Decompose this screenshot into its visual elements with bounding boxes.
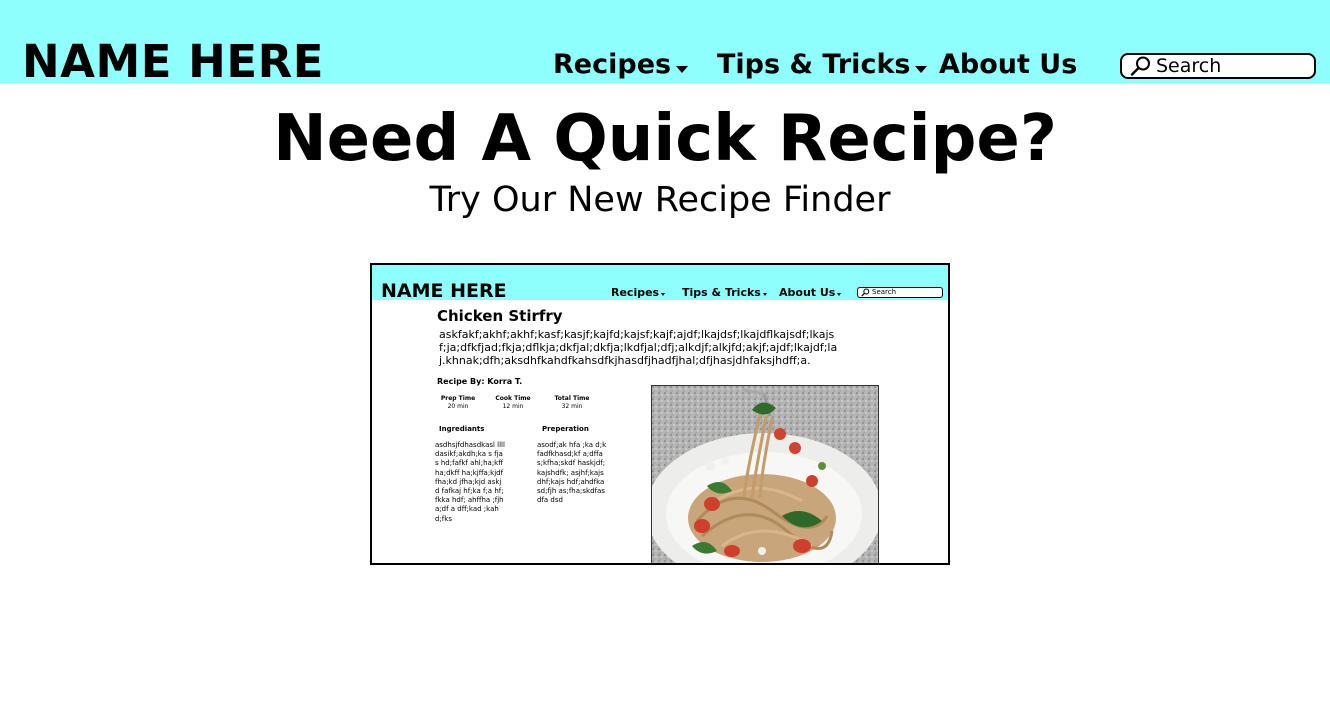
cook-time-label: Cook Time	[495, 395, 531, 402]
preview-header: NAME HERE Recipes Tips & Tricks About Us…	[372, 265, 948, 302]
pasta-photo	[651, 385, 879, 563]
preview-total-time: Total Time 32 min	[548, 395, 596, 411]
search-box[interactable]	[1120, 53, 1316, 79]
preview-ingredients-text: asdhsjfdhasdkasl lllldasikf;akdh;ka s fj…	[435, 441, 505, 523]
preview-preparation-heading: Preperation	[542, 425, 589, 433]
chevron-down-icon	[837, 293, 842, 296]
preview-prep-time: Prep Time 20 min	[434, 395, 482, 411]
chevron-down-icon	[915, 65, 928, 73]
nav-recipes[interactable]: Recipes	[553, 48, 689, 82]
preview-nav-recipes: Recipes	[611, 286, 666, 300]
prep-time-label: Prep Time	[440, 395, 476, 402]
search-icon	[861, 288, 870, 297]
nav-recipes-label: Recipes	[553, 49, 672, 80]
total-time-value: 32 min	[561, 403, 583, 410]
search-icon	[1130, 56, 1150, 76]
preview-nav-tips-tricks: Tips & Tricks	[682, 286, 767, 300]
preview-logo: NAME HERE	[381, 280, 507, 302]
preview-nav-recipes-label: Recipes	[611, 286, 660, 299]
preview-recipe-author: Recipe By: Korra T.	[437, 377, 523, 386]
preview-nav-about-us: About Us	[779, 286, 842, 300]
recipe-finder-preview[interactable]: NAME HERE Recipes Tips & Tricks About Us…	[370, 263, 950, 565]
cook-time-value: 12 min	[502, 403, 524, 410]
chevron-down-icon	[661, 293, 666, 296]
chevron-down-icon	[676, 65, 689, 73]
preview-preparation-text: asodf;ak hfa ;ka d;kfadfkhasd;kf a;dffas…	[537, 441, 607, 505]
nav-about-us-label: About Us	[939, 49, 1078, 80]
site-logo[interactable]: NAME HERE	[22, 36, 324, 88]
hero-subtitle: Try Our New Recipe Finder	[429, 180, 891, 220]
site-header: NAME HERE Recipes Tips & Tricks About Us	[0, 0, 1330, 88]
preview-recipe-description: askfakf;akhf;akhf;kasf;kasjf;kajfd;kajsf…	[439, 328, 838, 367]
preview-cook-time: Cook Time 12 min	[489, 395, 537, 411]
chevron-down-icon	[762, 293, 767, 296]
search-input[interactable]	[1156, 55, 1306, 77]
hero-title: Need A Quick Recipe?	[273, 102, 1057, 176]
preview-nav-tips-tricks-label: Tips & Tricks	[682, 286, 761, 299]
nav-tips-tricks-label: Tips & Tricks	[717, 49, 911, 80]
total-time-label: Total Time	[554, 395, 590, 402]
preview-recipe-title: Chicken Stirfry	[437, 307, 563, 325]
preview-ingredients-heading: Ingrediants	[439, 425, 485, 433]
nav-about-us[interactable]: About Us	[939, 48, 1077, 82]
preview-nav-about-us-label: About Us	[779, 286, 836, 299]
preview-search-box: Search	[857, 287, 943, 298]
prep-time-value: 20 min	[447, 403, 469, 410]
preview-search-placeholder: Search	[872, 288, 897, 296]
nav-tips-tricks[interactable]: Tips & Tricks	[717, 48, 928, 82]
